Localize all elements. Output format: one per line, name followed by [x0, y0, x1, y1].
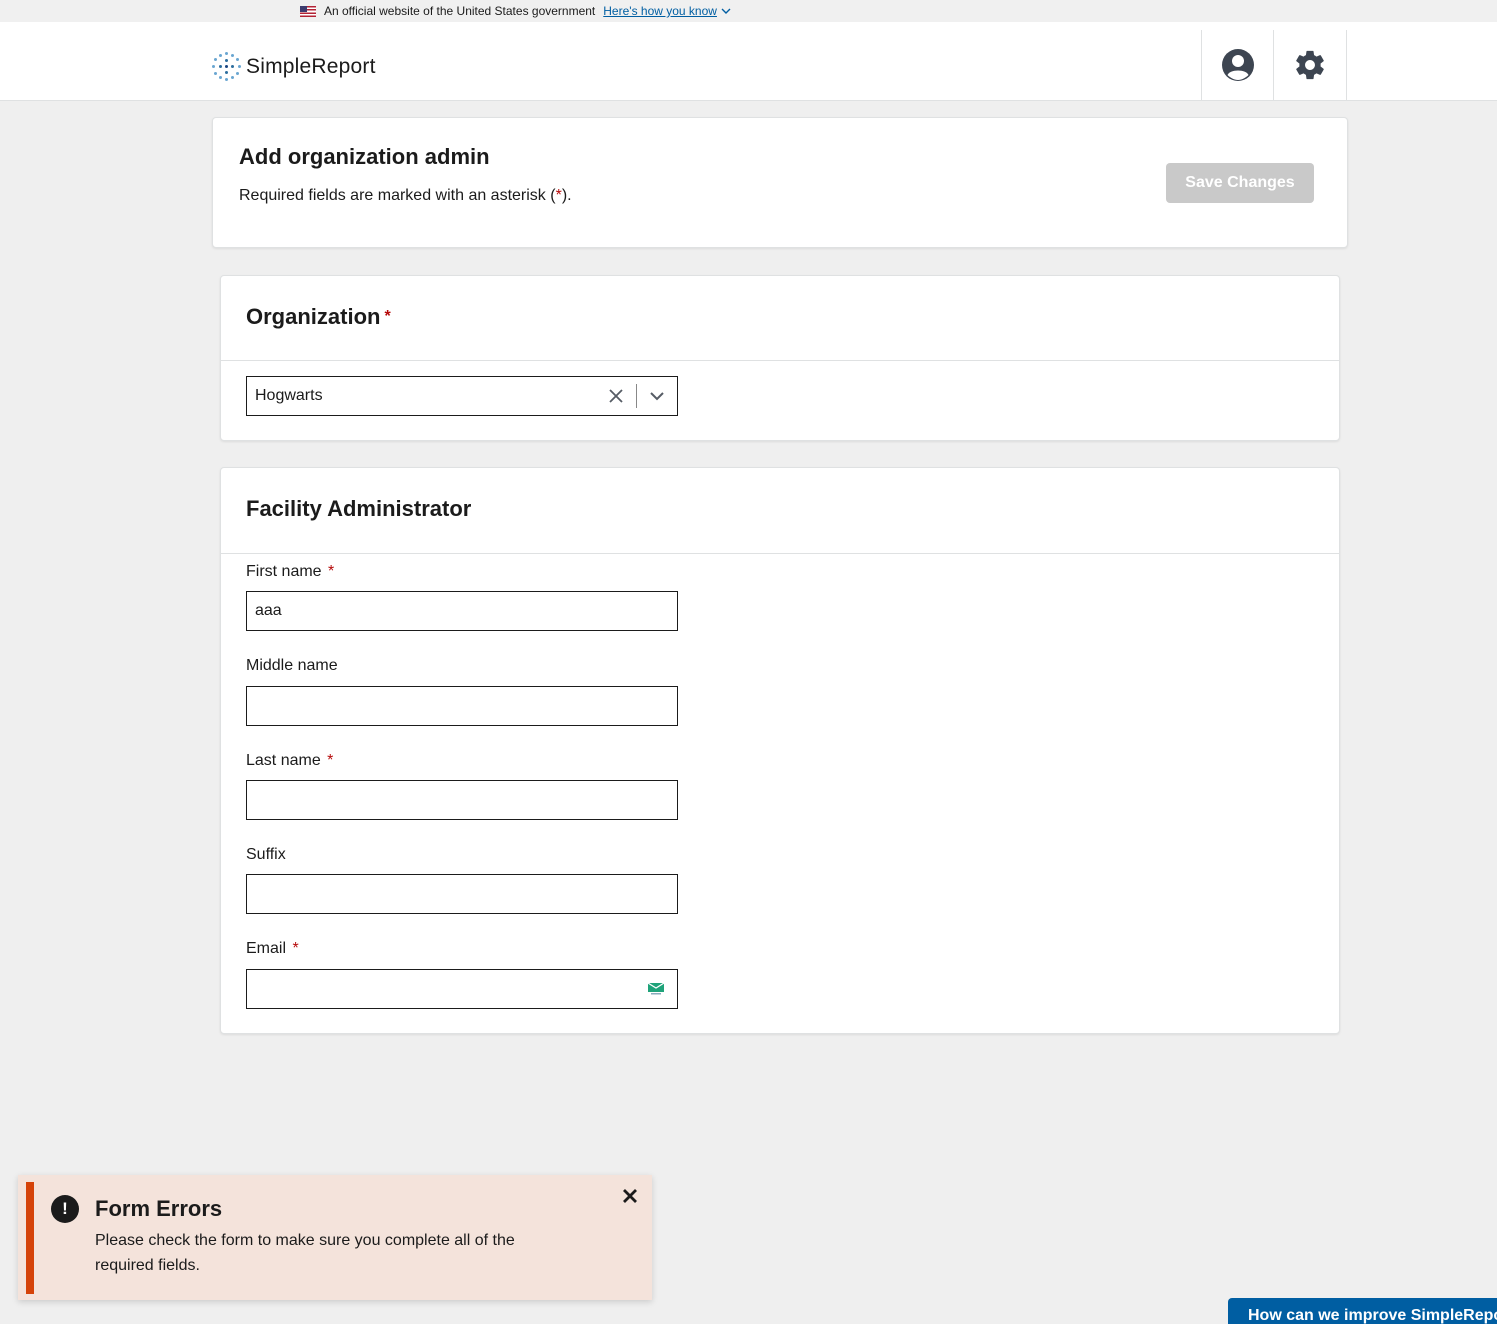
logo-text: SimpleReport — [246, 55, 376, 78]
organization-combobox[interactable]: Hogwarts — [246, 376, 678, 416]
middle-name-label: Middle name — [246, 657, 338, 674]
site-header: SimpleReport — [0, 22, 1497, 101]
close-icon — [609, 389, 623, 403]
close-icon — [623, 1189, 637, 1203]
last-name-input[interactable] — [246, 780, 678, 820]
last-name-label: Last name * — [246, 752, 334, 769]
clear-selection-button[interactable] — [596, 377, 636, 415]
toast-title: Form Errors — [95, 1196, 223, 1221]
facility-admin-card: Facility Administrator First name * Midd… — [220, 467, 1340, 1034]
toggle-options-button[interactable] — [637, 377, 677, 415]
toast-message: Please check the form to make sure you c… — [95, 1232, 515, 1274]
organization-title: Organization * — [246, 304, 391, 329]
user-account-button[interactable] — [1201, 30, 1274, 100]
organization-card-header: Organization * — [221, 276, 1339, 361]
facility-admin-card-header: Facility Administrator — [221, 468, 1339, 554]
first-name-input[interactable] — [246, 591, 678, 631]
facility-admin-title: Facility Administrator — [246, 496, 472, 521]
gov-banner: An official website of the United States… — [0, 0, 1497, 22]
suffix-input[interactable] — [246, 874, 678, 914]
required-fields-note: Required fields are marked with an aster… — [239, 187, 572, 204]
email-label: Email * — [246, 940, 299, 957]
alert-icon: ! — [51, 1195, 79, 1223]
email-input[interactable] — [246, 969, 678, 1009]
heres-how-you-know-link[interactable]: Here's how you know — [603, 4, 717, 18]
chevron-down-icon — [650, 392, 664, 401]
organization-card: Organization * Hogwarts — [220, 275, 1340, 441]
chevron-down-icon[interactable] — [721, 6, 731, 17]
gear-icon — [1296, 50, 1324, 80]
organization-selected-value[interactable]: Hogwarts — [247, 387, 596, 405]
us-flag-icon — [300, 5, 316, 17]
gov-banner-text: An official website of the United States… — [324, 4, 596, 18]
form-errors-toast: ! Form Errors Please check the form to m… — [18, 1175, 652, 1300]
email-autofill-icon[interactable] — [648, 983, 664, 995]
toast-error-bar — [26, 1182, 34, 1294]
page-header-card: Add organization admin Required fields a… — [212, 117, 1348, 248]
save-changes-button[interactable]: Save Changes — [1166, 163, 1314, 203]
page-title: Add organization admin — [239, 144, 490, 169]
required-star: * — [384, 308, 391, 325]
toast-close-button[interactable] — [620, 1186, 640, 1206]
logo[interactable]: SimpleReport — [212, 52, 376, 82]
user-circle-icon — [1221, 49, 1254, 81]
settings-button[interactable] — [1274, 30, 1347, 100]
middle-name-input[interactable] — [246, 686, 678, 726]
first-name-label: First name * — [246, 563, 335, 580]
feedback-button[interactable]: How can we improve SimpleReport? — [1228, 1298, 1497, 1324]
simplereport-logo-icon — [212, 52, 242, 82]
suffix-label: Suffix — [246, 846, 286, 863]
